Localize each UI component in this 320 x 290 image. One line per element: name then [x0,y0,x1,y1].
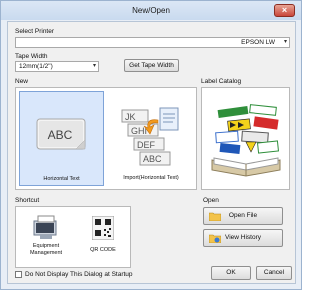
select-printer-label: Select Printer [15,28,55,35]
import-letters-3: DEF [137,140,156,150]
dialog-body: Select Printer EPSON LW ▾ Tape Width 12m… [7,21,296,284]
horizontal-text-tile[interactable]: ABC Horizontal Text [19,91,104,186]
tape-width-value: 12mm(1/2") [19,63,53,70]
label-catalog-label: Label Catalog [201,78,242,85]
get-tape-width-button[interactable]: Get Tape Width [124,59,179,72]
printer-select[interactable]: EPSON LW ▾ [15,37,290,48]
dont-display-label: Do Not Display This Dialog at Startup [25,271,133,278]
view-history-label: View History [224,234,261,241]
import-letters-4: ABC [143,154,162,164]
qr-code-caption: QR CODE [90,247,116,253]
tape-width-label: Tape Width [15,53,48,60]
new-section-label: New [15,78,29,85]
qr-code-icon [92,216,114,240]
label-catalog-panel[interactable] [201,87,290,190]
import-text-icon: JK GHI DEF ABC [121,107,179,166]
horizontal-text-caption: Horizontal Text [43,176,80,182]
equipment-management-tile[interactable]: Equipment Management [20,211,72,265]
abc-tape-icon: ABC [36,118,86,150]
qr-code-tile[interactable]: QR CODE [78,211,128,265]
new-panel: ABC Horizontal Text JK GHI DEF ABC Impor… [15,87,197,190]
window-title: New/Open [132,6,170,15]
import-letters-2: GHI [131,126,147,136]
chevron-down-icon: ▾ [283,39,287,45]
open-section-label: Open [203,197,219,204]
import-letters-1: JK [125,112,136,122]
new-open-dialog: New/Open × Select Printer EPSON LW ▾ Tap… [0,0,302,290]
close-icon: × [281,5,288,15]
import-caption: Import(Horizontal Text) [123,175,179,181]
printer-select-value: EPSON LW [241,39,275,46]
tape-width-select[interactable]: 12mm(1/2") ▾ [15,61,99,72]
ok-button[interactable]: OK [211,266,251,280]
dont-display-checkbox[interactable] [15,271,22,278]
open-file-label: Open File [228,212,258,219]
open-file-button[interactable]: Open File [203,207,283,225]
import-horizontal-text-tile[interactable]: JK GHI DEF ABC Import(Horizontal Text) [108,91,194,186]
equipment-label-icon [33,215,57,239]
shortcut-section-label: Shortcut [15,197,40,204]
equipment-caption-line1: Equipment [32,243,60,249]
title-bar: New/Open × [1,1,301,20]
cancel-button[interactable]: Cancel [256,266,292,280]
abc-tape-text: ABC [48,128,73,142]
equipment-caption-line2: Management [29,250,63,256]
close-button[interactable]: × [274,4,295,17]
view-history-button[interactable]: View History [203,229,283,247]
shortcut-panel: Equipment Management QR CODE [15,206,131,268]
chevron-down-icon: ▾ [92,63,96,69]
label-catalog-book-icon [211,104,281,177]
